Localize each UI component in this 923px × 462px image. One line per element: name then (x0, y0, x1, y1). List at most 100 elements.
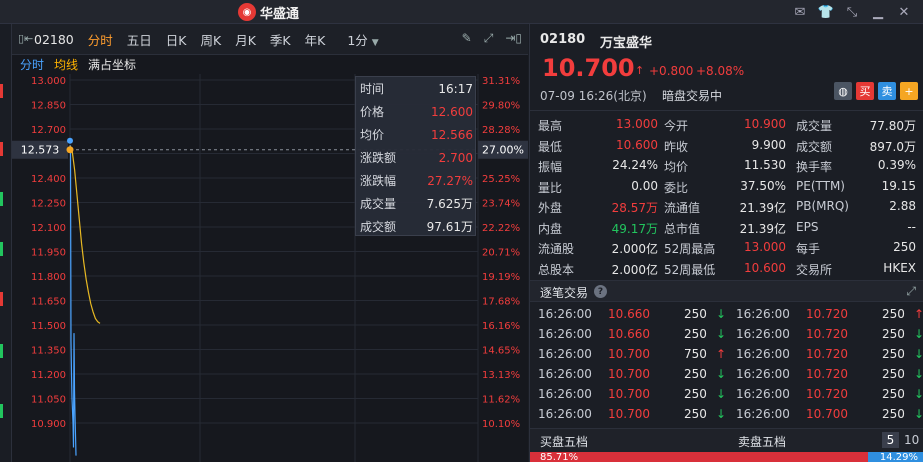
tab-daily-k[interactable]: 日K (166, 30, 187, 49)
quote-row: 量比 0.00 委比 37.50% PE(TTM) 19.15 (530, 176, 923, 196)
quote-label: 交易所 (796, 262, 833, 277)
quote-label: 总股本 (538, 262, 575, 277)
trade-price: 10.720 (806, 387, 848, 401)
quote-label: 成交额 (796, 139, 833, 154)
chart-tools: ✎ ⤢ ⇥▯ (462, 31, 522, 46)
compress-icon[interactable]: ⤡ (839, 3, 865, 21)
intraday-mode-label[interactable]: 分时 (20, 56, 44, 73)
pencil-icon[interactable]: ✎ (462, 31, 472, 46)
trade-row: 16:26:00 10.700 250 ↓ 16:26:00 10.720 250 ↓ (530, 384, 923, 404)
expand-icon[interactable]: ⤢ (906, 284, 916, 299)
collapse-left-icon[interactable]: ▯⇤ (18, 32, 33, 45)
tab-quarterly-k[interactable]: 季K (270, 30, 291, 49)
quote-value: 28.57万 (611, 201, 658, 215)
full-scale-toggle[interactable]: 满占坐标 (88, 56, 136, 73)
levels-5-button[interactable]: 5 (882, 432, 899, 448)
minimize-icon[interactable]: ▁ (865, 3, 891, 21)
chart-stock-code: 02180 (34, 31, 74, 47)
period-value: 1分 (347, 32, 368, 48)
sell-levels-label: 卖盘五档 (738, 435, 787, 449)
buy-button[interactable]: 买 (856, 82, 874, 100)
y-pct-tick-label: 23.74% (482, 199, 520, 210)
left-color-strip (0, 24, 12, 462)
price-change: +0.800 (649, 64, 694, 78)
collapse-right-icon[interactable]: ⇥▯ (505, 31, 522, 46)
tooltip-key: 均价 (360, 128, 385, 142)
trade-time: 16:26:00 (736, 367, 790, 381)
trade-volume: 250 (882, 407, 905, 421)
trade-volume: 250 (882, 307, 905, 321)
sell-button[interactable]: 卖 (878, 82, 896, 100)
trade-price: 10.720 (806, 367, 848, 381)
trade-price: 10.700 (608, 387, 650, 401)
add-button[interactable]: + (900, 82, 918, 100)
tooltip-value: 97.61万 (426, 220, 473, 234)
close-icon[interactable]: ✕ (891, 3, 917, 21)
avg-line-label[interactable]: 均线 (54, 56, 78, 73)
y-tick-label: 13.000 (31, 76, 66, 87)
chart-tabs-bar: ▯⇤ 02180 分时 五日 日K 周K 月K 季K 年K 1分 ▼ ✎ ⤢ ⇥… (12, 24, 528, 55)
trade-price: 10.700 (806, 407, 848, 421)
trade-volume: 250 (684, 387, 707, 401)
buy-sell-ratio-bar: 85.71% 14.29% (530, 452, 923, 462)
trade-price: 10.700 (608, 407, 650, 421)
quote-label: PB(MRQ) (796, 199, 849, 213)
trade-row: 16:26:00 10.700 250 ↓ 16:26:00 10.700 250 ↓ (530, 404, 923, 424)
y-tick-label: 11.800 (31, 272, 66, 283)
brand-name: 华盛通 (260, 6, 300, 22)
quote-label: 内盘 (538, 221, 563, 236)
stock-header: 02180 万宝盛华 10.700 ↑ +0.800 +8.08% 07-09 … (530, 24, 923, 110)
quote-value: 21.39亿 (739, 201, 786, 215)
quote-row: 最高 13.000 今开 10.900 成交量 77.80万 (530, 114, 923, 134)
trades-header: 逐笔交易 ? ⤢ (530, 280, 923, 302)
quote-value: 2.000亿 (611, 242, 658, 256)
crosshair-price: 12.573 (21, 144, 60, 157)
quote-value: 11.530 (744, 158, 786, 172)
y-pct-tick-label: 31.31% (482, 76, 520, 87)
y-pct-tick-label: 17.68% (482, 297, 520, 308)
trade-volume: 250 (882, 347, 905, 361)
arrow-down-icon: ↓ (914, 367, 923, 381)
quote-label: 流通股 (538, 242, 575, 256)
tab-five-day[interactable]: 五日 (127, 30, 152, 49)
tooltip-row: 价格 12.600 (356, 100, 477, 123)
y-tick-label: 11.200 (31, 370, 66, 381)
trade-price: 10.700 (608, 367, 650, 381)
help-icon[interactable]: ? (594, 285, 607, 298)
quote-value: 24.24% (612, 158, 658, 172)
quote-label: 最高 (538, 119, 563, 133)
strip-marker (0, 192, 3, 206)
crosshair-dot (66, 146, 74, 154)
quote-label: 委比 (664, 180, 689, 195)
quote-value: 13.000 (616, 117, 658, 131)
window-controls: ✉ 👕 ⤡ ▁ ✕ (787, 3, 917, 21)
trade-volume: 250 (882, 327, 905, 341)
quote-value: 13.000 (744, 240, 786, 254)
quote-label: 外盘 (538, 201, 563, 215)
quote-row: 最低 10.600 昨收 9.900 成交额 897.0万 (530, 135, 923, 155)
tooltip-value: 2.700 (438, 150, 473, 165)
quote-label: EPS (796, 219, 819, 234)
period-dropdown[interactable]: 1分 ▼ (347, 30, 378, 49)
tab-monthly-k[interactable]: 月K (235, 30, 256, 49)
shirt-icon[interactable]: 👕 (813, 3, 839, 21)
tooltip-value: 12.566 (431, 127, 473, 142)
y-pct-tick-label: 22.22% (482, 223, 520, 234)
quote-value: 19.15 (881, 178, 916, 193)
avg-price-line (69, 145, 101, 324)
tab-weekly-k[interactable]: 周K (201, 30, 222, 49)
expand-icon[interactable]: ⤢ (484, 31, 494, 46)
crosshair-pct: 27.00% (482, 144, 524, 157)
mail-icon[interactable]: ✉ (787, 3, 813, 21)
tab-intraday[interactable]: 分时 (88, 30, 113, 49)
quote-value: 9.900 (751, 137, 786, 152)
trade-volume: 250 (684, 307, 707, 321)
y-tick-label: 12.100 (31, 223, 66, 234)
quote-label: PE(TTM) (796, 178, 845, 193)
tab-yearly-k[interactable]: 年K (305, 30, 326, 49)
levels-10-button[interactable]: 10 (904, 433, 919, 447)
tooltip-row: 时间 16:17 (356, 77, 477, 100)
tooltip-row: 成交额 97.61万 (356, 215, 477, 238)
arrow-down-icon: ↓ (716, 367, 727, 381)
alert-button[interactable]: ◍ (834, 82, 852, 100)
